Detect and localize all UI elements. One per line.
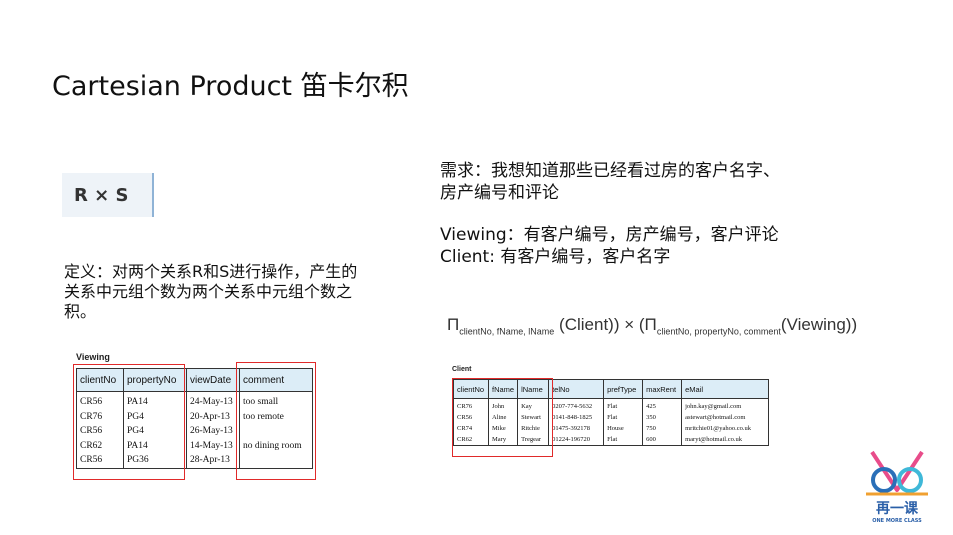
highlight-box [452,378,553,457]
client-table-caption: Client [452,366,472,373]
definition-text: 定义：对两个关系R和S进行操作，产生的关系中元组个数为两个关系中元组个数之积。 [64,262,358,321]
viewing-table-caption: Viewing [76,352,110,362]
highlight-box [73,364,185,480]
table-header: prefType [603,379,644,399]
formula-middle: (Client)) × ( [554,315,645,334]
table-header: viewDate [186,368,240,392]
slide-title: Cartesian Product 笛卡尔积 [52,71,409,102]
table-header: eMail [681,379,770,399]
projection-attributes-viewing: clientNo, propertyNo, comment [656,326,781,337]
relational-algebra-formula: ΠclientNo, fName, lName (Client)) × (Πcl… [447,315,857,336]
one-more-class-logo: 再一课 ONE MORE CLASS [866,450,928,524]
table-header: telNo [548,379,605,399]
logo-name: 再一课 [876,501,919,517]
table-header: maxRent [642,379,683,399]
projection-symbol: Π [644,315,657,334]
client-description: Client: 有客户编号，客户名字 [440,247,671,267]
projection-attributes-client: clientNo, fName, lName [459,326,555,337]
table-column-values: 425 350 750 600 [642,398,683,446]
logo-tagline: ONE MORE CLASS [872,518,922,524]
requirement-line-2: 房产编号和评论 [440,183,559,203]
highlight-box [236,362,316,480]
table-column-values: 24-May-13 20-Apr-13 26-May-13 14-May-13 … [186,391,240,469]
rs-label: R × S [74,185,129,206]
table-column-values: 0207-774-5632 0141-848-1825 01475-392178… [548,398,605,446]
table-column-values: Flat Flat House Flat [603,398,644,446]
formula-end: (Viewing)) [780,315,858,334]
table-column-values: john.kay@gmail.com astewart@hotmail.com … [681,398,770,446]
projection-symbol: Π [447,315,460,334]
